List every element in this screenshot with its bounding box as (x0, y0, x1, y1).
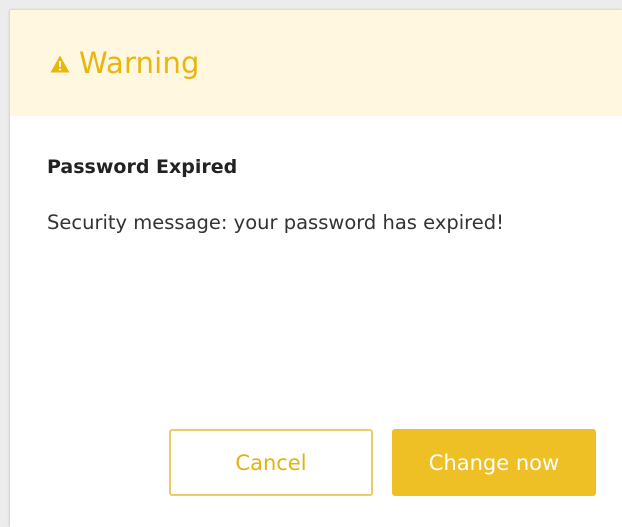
change-now-button[interactable]: Change now (392, 429, 596, 496)
dialog-title: Warning (79, 46, 200, 80)
dialog-header: Warning (10, 10, 622, 116)
cancel-button[interactable]: Cancel (169, 429, 373, 496)
warning-dialog: Warning Password Expired Security messag… (10, 10, 622, 527)
warning-triangle-icon (50, 55, 70, 73)
dialog-subtitle: Password Expired (47, 156, 238, 178)
dialog-message: Security message: your password has expi… (47, 211, 504, 234)
dialog-body: Password Expired Security message: your … (47, 156, 607, 241)
